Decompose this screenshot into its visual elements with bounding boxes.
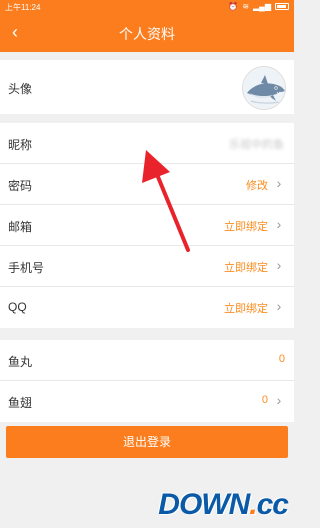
- fishfin-label: 鱼翅: [8, 396, 33, 410]
- email-bind-action[interactable]: 立即绑定: [224, 218, 268, 234]
- phone-row[interactable]: 手机号 立即绑定 ›: [0, 246, 294, 287]
- nickname-value: 乐视中的鱼: [229, 139, 284, 151]
- nickname-label: 昵称: [8, 138, 33, 152]
- fishball-row[interactable]: 鱼丸 0: [0, 340, 294, 381]
- wifi-icon: ≋: [242, 2, 250, 11]
- signal-icon: ▂▄▆: [253, 2, 271, 11]
- shark-avatar-icon: [243, 67, 285, 109]
- fishball-value: 0: [278, 353, 285, 365]
- qq-label: QQ: [8, 300, 27, 314]
- watermark-dot: .: [249, 488, 257, 521]
- chevron-right-icon: ›: [276, 392, 282, 408]
- logout-button[interactable]: 退出登录: [6, 426, 288, 458]
- password-label: 密码: [8, 179, 33, 193]
- watermark-main: DOWN: [158, 488, 250, 521]
- avatar-group: 头像: [0, 60, 294, 114]
- watermark-logo: DOWN.cc: [158, 488, 289, 522]
- qq-bind-action[interactable]: 立即绑定: [224, 300, 268, 316]
- nickname-row[interactable]: 昵称 乐视中的鱼: [0, 123, 294, 164]
- nav-bar: ‹ 个人资料: [0, 14, 294, 52]
- chevron-right-icon: ›: [276, 257, 282, 273]
- chevron-right-icon: ›: [276, 216, 282, 232]
- fishball-label: 鱼丸: [8, 355, 33, 369]
- status-time: 上午11:24: [5, 3, 41, 12]
- fishfin-value: 0: [261, 394, 268, 406]
- fishfin-row[interactable]: 鱼翅 0 ›: [0, 381, 294, 422]
- password-action[interactable]: 修改: [246, 177, 268, 193]
- chevron-right-icon: ›: [276, 298, 282, 314]
- page-title: 个人资料: [119, 26, 175, 42]
- avatar-label: 头像: [8, 82, 33, 96]
- email-row[interactable]: 邮箱 立即绑定 ›: [0, 205, 294, 246]
- qq-row[interactable]: QQ 立即绑定 ›: [0, 287, 294, 328]
- phone-label: 手机号: [8, 261, 45, 275]
- alarm-icon: ⏰: [228, 2, 239, 11]
- battery-icon: [275, 3, 289, 10]
- status-icons: ⏰ ≋ ▂▄▆: [228, 1, 289, 12]
- chevron-right-icon: ›: [276, 175, 282, 191]
- assets-group: 鱼丸 0 鱼翅 0 ›: [0, 340, 294, 422]
- status-bar: 上午11:24 ⏰ ≋ ▂▄▆: [0, 0, 294, 14]
- password-row[interactable]: 密码 修改 ›: [0, 164, 294, 205]
- email-label: 邮箱: [8, 220, 33, 234]
- watermark-tail: cc: [256, 488, 289, 521]
- phone-bind-action[interactable]: 立即绑定: [224, 259, 268, 275]
- avatar[interactable]: [242, 66, 286, 110]
- avatar-row[interactable]: 头像: [0, 60, 294, 114]
- profile-fields-group: 昵称 乐视中的鱼 密码 修改 › 邮箱 立即绑定 › 手机号 立即绑定 › QQ…: [0, 123, 294, 328]
